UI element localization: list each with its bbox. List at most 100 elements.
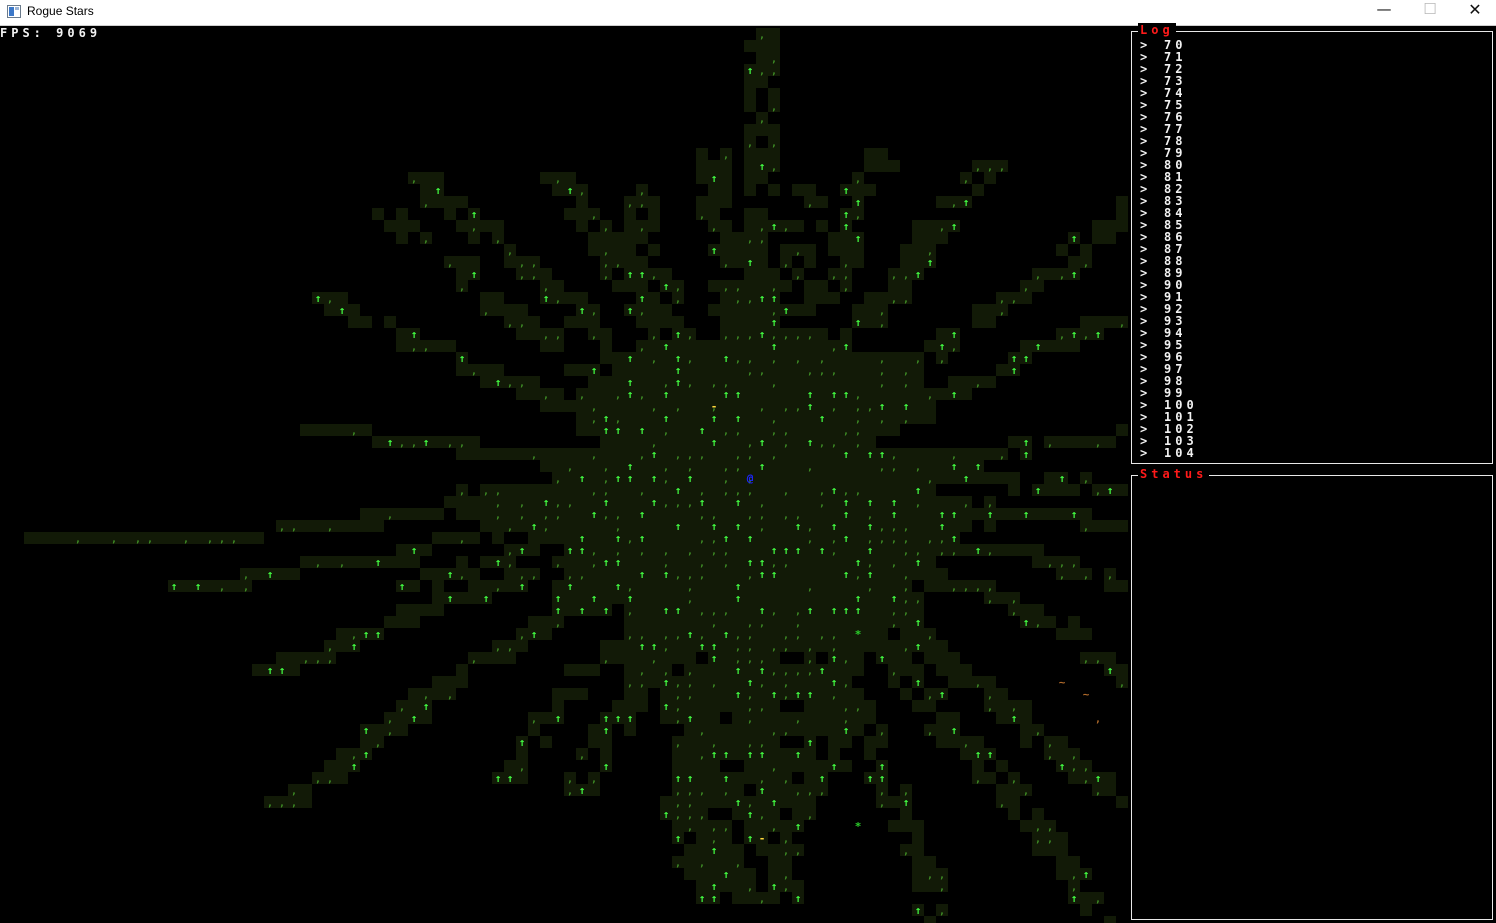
log-entry: >81 [1140,170,1198,184]
floor-tile [516,748,528,760]
grass-icon: , [399,438,405,449]
tree-icon: ↑ [915,484,922,497]
floor-tile [984,376,996,388]
floor-tile [732,256,744,268]
floor-tile [672,820,684,832]
floor-tile [804,496,816,508]
grass-icon: , [615,510,621,521]
maximize-button[interactable]: ☐ [1407,0,1453,25]
floor-tile [828,700,840,712]
grass-icon: , [1059,330,1065,341]
grass-icon: , [519,630,525,641]
grass-icon: , [759,222,765,233]
floor-tile [816,724,828,736]
grass-icon: , [759,234,765,245]
floor-tile [480,448,492,460]
log-entry: >94 [1140,326,1198,340]
grass-icon: , [675,282,681,293]
floor-tile [852,520,864,532]
floor-tile [432,532,444,544]
floor-tile [840,736,852,748]
grass-icon: , [591,546,597,557]
floor-tile [252,664,264,676]
floor-tile [792,556,804,568]
grass-icon: , [759,114,765,125]
floor-tile [684,856,696,868]
floor-tile [1056,508,1068,520]
floor-tile [564,316,576,328]
floor-tile [756,304,768,316]
grass-icon: , [231,534,237,545]
tree-icon: ↑ [267,568,274,581]
tree-icon: ↑ [1059,760,1066,773]
floor-tile [720,304,732,316]
grass-icon: , [687,594,693,605]
floor-tile [708,796,720,808]
floor-tile [768,856,780,868]
floor-tile [432,508,444,520]
grass-icon: , [1095,654,1101,665]
tree-icon: ↑ [351,640,358,653]
floor-tile [612,244,624,256]
world-map[interactable]: ↑, ↑,,,, ,↑,,,, ↑,,, ,↑, ↑ ↑ ↑ ↑ ↑ ↑,,,,, ↑, ,↑, ↑ ↑, ↑… [0,26,1128,923]
floor-tile [780,796,792,808]
game-viewport[interactable]: ↑, ↑,,,,, ↑,,,, ↑,,,, ↑, ↑ ↑ ↑ ↑ ↑ ↑,,,,, ↑,, ↑, ↑ ↑, ↑… [0,23,1496,923]
grass-icon: , [1107,918,1113,923]
floor-tile [396,604,408,616]
grass-icon: , [603,510,609,521]
grass-icon: , [891,606,897,617]
floor-tile [912,376,924,388]
grass-icon: , [687,690,693,701]
floor-tile [984,448,996,460]
tree-icon: ↑ [735,688,742,701]
floor-tile [924,640,936,652]
grass-icon: , [903,594,909,605]
close-button[interactable]: ✕ [1452,0,1496,25]
floor-tile [732,304,744,316]
floor-tile [648,544,660,556]
floor-tile [432,688,444,700]
grass-icon: , [795,354,801,365]
floor-tile [756,76,768,88]
grass-icon: , [615,258,621,269]
floor-tile [672,580,684,592]
grass-icon: , [795,246,801,257]
floor-tile [852,376,864,388]
floor-tile [300,424,312,436]
floor-tile [732,568,744,580]
grass-icon: , [1047,438,1053,449]
tree-icon: ↑ [723,388,730,401]
floor-tile [564,520,576,532]
tree-icon: ↑ [735,388,742,401]
tree-icon: ↑ [771,316,778,329]
tree-icon: ↑ [975,748,982,761]
tree-icon: ↑ [831,652,838,665]
floor-tile [696,388,708,400]
floor-tile [816,388,828,400]
floor-tile [696,772,708,784]
floor-tile [852,664,864,676]
tree-icon: ↑ [759,436,766,449]
grass-icon: , [879,366,885,377]
grass-icon: , [903,414,909,425]
grass-icon: , [687,678,693,689]
floor-tile [696,616,708,628]
floor-tile [576,580,588,592]
floor-tile [552,460,564,472]
tree-icon: ↑ [747,556,754,569]
floor-tile [768,700,780,712]
floor-tile [732,556,744,568]
grass-icon: , [663,546,669,557]
floor-tile [372,508,384,520]
floor-tile [984,472,996,484]
floor-tile [840,244,852,256]
minimize-button[interactable]: — [1361,0,1407,25]
tree-icon: ↑ [771,688,778,701]
grass-icon: , [1083,774,1089,785]
tree-icon: ↑ [975,544,982,557]
floor-tile [588,568,600,580]
grass-icon: , [531,270,537,281]
floor-tile [924,496,936,508]
floor-tile [900,808,912,820]
grass-icon: , [783,726,789,737]
